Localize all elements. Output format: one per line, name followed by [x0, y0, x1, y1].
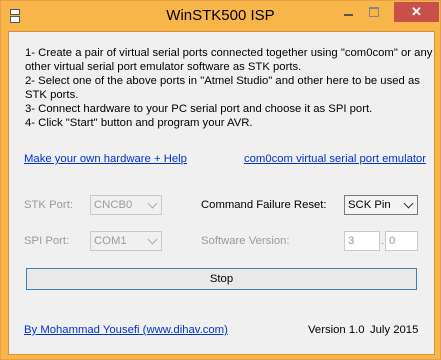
- chevron-down-icon: [147, 234, 158, 245]
- app-window: WinSTK500 ISP ✕ 1- Create a pair of virt…: [0, 0, 441, 360]
- instruction-line: 1- Create a pair of virtual serial ports…: [25, 47, 433, 59]
- chevron-down-icon: [403, 198, 414, 209]
- version-separator: .: [381, 235, 385, 247]
- minimize-button[interactable]: [335, 2, 361, 22]
- stk-port-label: STK Port:: [24, 199, 73, 211]
- minimize-icon: [343, 14, 353, 16]
- stk-port-select[interactable]: CNCB0: [90, 195, 162, 215]
- title-bar[interactable]: WinSTK500 ISP ✕: [1, 1, 440, 30]
- instruction-line: other virtual serial port emulator softw…: [25, 61, 302, 73]
- spi-port-label: SPI Port:: [24, 235, 70, 247]
- make-hardware-link[interactable]: Make your own hardware + Help: [24, 153, 187, 165]
- chevron-down-icon: [147, 198, 158, 209]
- instruction-line: 2- Select one of the above ports in "Atm…: [25, 75, 420, 87]
- version-text: Version 1.0: [308, 324, 365, 336]
- close-button[interactable]: ✕: [394, 2, 439, 22]
- version-minor-input[interactable]: 0: [385, 231, 418, 251]
- command-failure-reset-value: SCK Pin: [348, 199, 391, 211]
- command-failure-reset-select[interactable]: SCK Pin: [344, 195, 418, 215]
- instruction-line: 4- Click "Start" button and program your…: [25, 117, 253, 129]
- com0com-link[interactable]: com0com virtual serial port emulator: [244, 153, 426, 165]
- instructions-text: 1- Create a pair of virtual serial ports…: [25, 46, 433, 130]
- release-date: July 2015: [370, 324, 419, 336]
- author-link[interactable]: By Mohammad Yousefi (www.dihav.com): [24, 324, 228, 336]
- version-major-input[interactable]: 3: [344, 231, 380, 251]
- software-version-label: Software Version:: [201, 235, 290, 247]
- stop-button[interactable]: Stop: [26, 268, 417, 290]
- spi-port-select[interactable]: COM1: [90, 231, 162, 251]
- close-icon: ✕: [411, 4, 422, 19]
- command-failure-reset-label: Command Failure Reset:: [201, 199, 327, 211]
- maximize-icon: [369, 7, 379, 17]
- main-panel: 1- Create a pair of virtual serial ports…: [8, 31, 435, 355]
- spi-port-value: COM1: [94, 235, 127, 247]
- stk-port-value: CNCB0: [94, 199, 133, 211]
- instruction-line: STK ports.: [25, 89, 79, 101]
- maximize-button[interactable]: [361, 2, 387, 22]
- instruction-line: 3- Connect hardware to your PC serial po…: [25, 103, 373, 115]
